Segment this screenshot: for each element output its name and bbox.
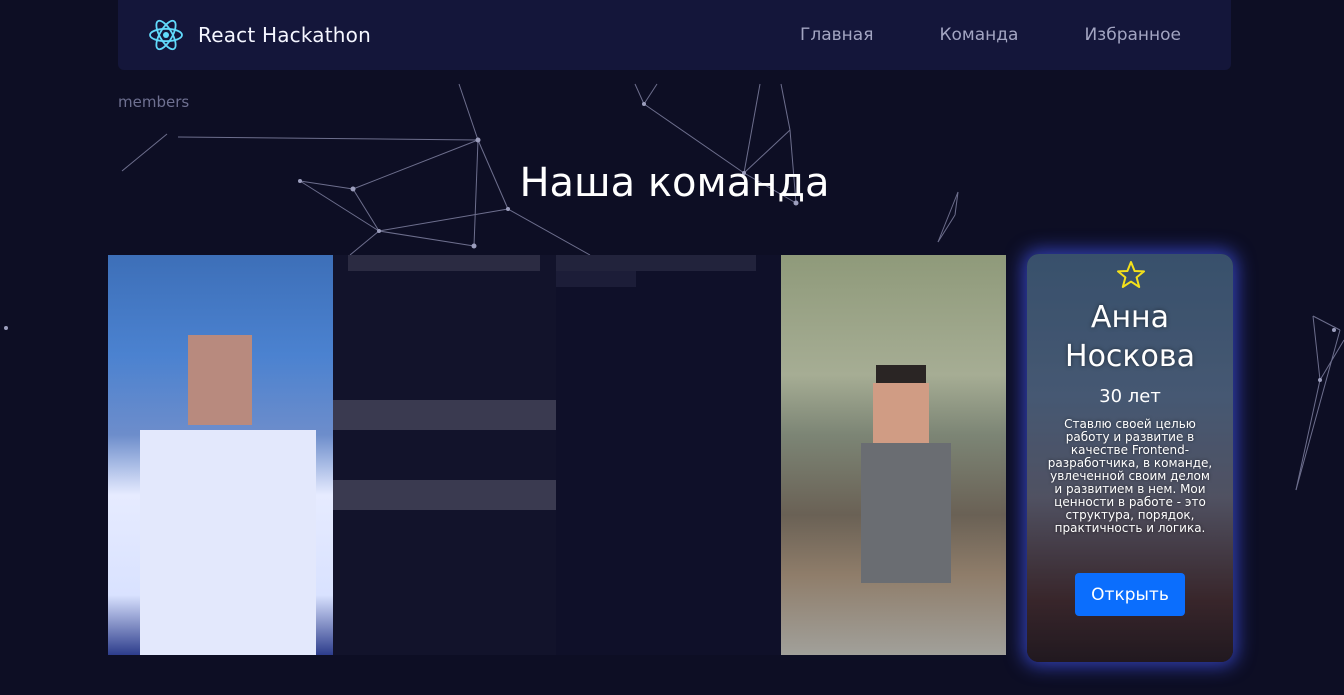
photo-band xyxy=(333,480,558,510)
photo-band xyxy=(556,255,756,271)
brand-title: React Hackathon xyxy=(198,23,371,47)
photo-face-region xyxy=(188,335,252,425)
member-name: Анна Носкова xyxy=(1065,300,1195,374)
nav-link-favorites[interactable]: Избранное xyxy=(1084,25,1181,45)
brand-link[interactable]: React Hackathon xyxy=(148,17,371,53)
member-card[interactable] xyxy=(108,255,333,655)
star-icon[interactable] xyxy=(1116,260,1146,290)
member-card[interactable] xyxy=(556,255,781,655)
member-card[interactable] xyxy=(781,255,1006,655)
photo-band xyxy=(333,400,558,430)
breadcrumb: members xyxy=(118,93,190,111)
react-atom-icon xyxy=(149,19,183,51)
member-age: 30 лет xyxy=(1099,386,1161,407)
member-photo xyxy=(333,255,558,655)
nav-link-home[interactable]: Главная xyxy=(800,25,873,45)
member-card[interactable] xyxy=(333,255,558,655)
photo-band xyxy=(348,255,540,271)
photo-band xyxy=(556,271,636,287)
nav-links: Главная Команда Избранное xyxy=(734,0,1181,70)
open-button[interactable]: Открыть xyxy=(1075,573,1185,616)
photo-body-region xyxy=(861,443,951,583)
photo-hair-region xyxy=(876,365,926,385)
photo-shirt-region xyxy=(140,430,316,655)
nav-link-team[interactable]: Команда xyxy=(939,25,1018,45)
member-photo xyxy=(556,255,781,655)
photo-face-region xyxy=(873,383,929,443)
featured-member-card[interactable]: Анна Носкова 30 лет Ставлю своей целью р… xyxy=(1027,254,1233,662)
top-navbar: React Hackathon Главная Команда Избранно… xyxy=(118,0,1231,70)
member-photo xyxy=(781,255,1006,655)
page-title: Наша команда xyxy=(519,160,830,206)
member-description: Ставлю своей целью работу и развитие в к… xyxy=(1047,417,1213,535)
member-photo xyxy=(108,255,333,655)
